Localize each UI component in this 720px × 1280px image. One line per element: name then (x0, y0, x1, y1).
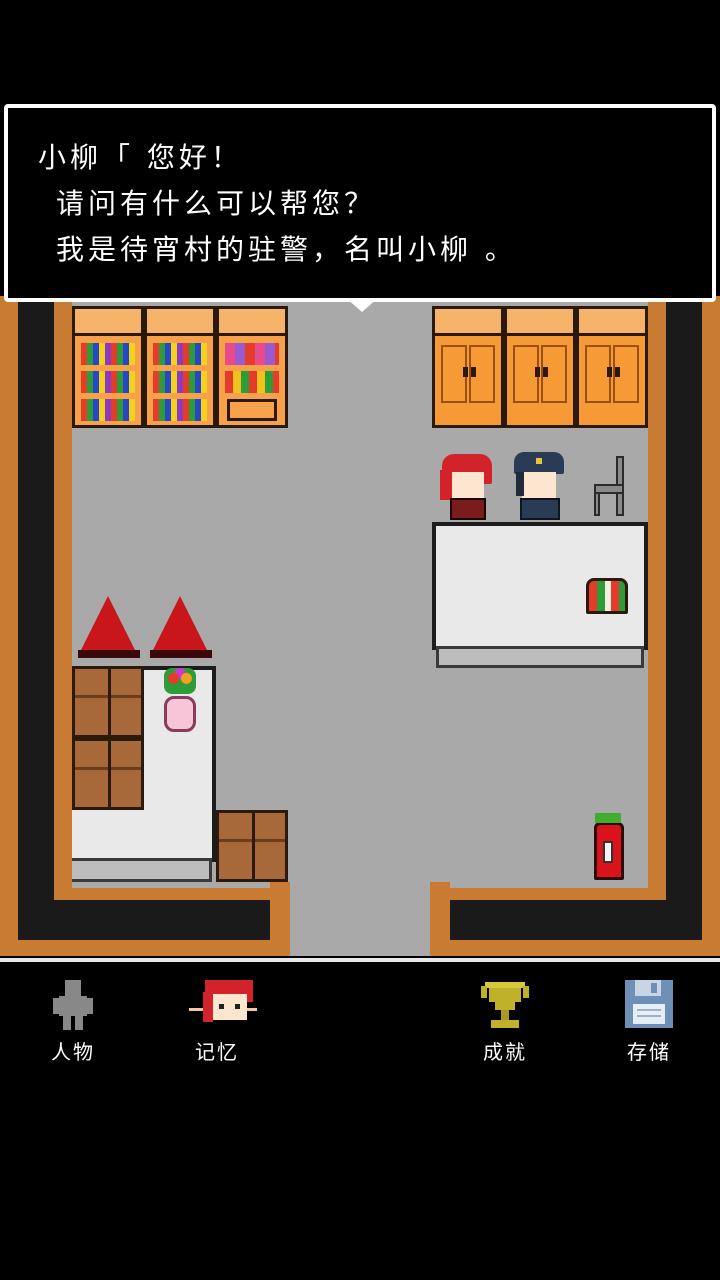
bottom-right-trim (430, 882, 450, 956)
wooden-chair (594, 456, 628, 518)
player-character-red-hair[interactable] (438, 450, 498, 520)
menu-divider (0, 958, 720, 962)
person-icon (53, 980, 93, 1030)
dialog-line-3: 我是待宵村的驻警，名叫小柳 。 (56, 233, 517, 266)
bookshelf-1[interactable] (72, 306, 144, 428)
reception-counter-base (436, 646, 644, 668)
menu-characters-button[interactable]: 人物 (18, 970, 128, 1070)
traffic-cone-1-base (78, 650, 140, 658)
bottom-left-wall (18, 900, 270, 936)
shelf-with-items[interactable] (216, 306, 288, 428)
traffic-cone-2 (152, 596, 208, 652)
menu-memory-label: 记忆 (195, 1040, 239, 1064)
dialog-line-1: 小柳「 您好！ (38, 141, 243, 174)
traffic-cone-2-base (150, 650, 212, 658)
menu-achievements-label: 成就 (483, 1040, 527, 1064)
wardrobe-2[interactable] (504, 306, 576, 428)
wardrobe-1[interactable] (432, 306, 504, 428)
wardrobe-3[interactable] (576, 306, 648, 428)
side-table-base (72, 858, 212, 882)
traffic-cone-1 (80, 596, 136, 652)
memory-portrait-icon (189, 980, 257, 1022)
dialog-continue-arrow-icon[interactable] (346, 298, 378, 312)
bookshelf-2[interactable] (144, 306, 216, 428)
save-floppy-icon (625, 980, 673, 1028)
trophy-icon (481, 982, 529, 1028)
menu-save-label: 存储 (627, 1040, 671, 1064)
bottom-right-wall (450, 900, 702, 936)
dialog-box[interactable]: 小柳「 您好！ 请问有什么可以帮您？ 我是待宵村的驻警，名叫小柳 。 (4, 104, 716, 312)
menu-achievements-button[interactable]: 成就 (450, 970, 560, 1070)
cardboard-box-1[interactable] (72, 666, 144, 738)
cardboard-box-3[interactable] (216, 810, 288, 882)
bottom-left-trim (270, 882, 290, 956)
menu-save-button[interactable]: 存储 (594, 970, 704, 1070)
menu-characters-label: 人物 (51, 1040, 95, 1064)
menu-memory-button[interactable]: 记忆 (162, 970, 272, 1070)
cardboard-box-2[interactable] (72, 738, 144, 810)
fire-extinguisher-icon[interactable] (594, 813, 624, 880)
npc-officer-xiaoliu[interactable] (510, 450, 570, 520)
book-on-counter-icon[interactable] (586, 578, 628, 614)
exit-corridor[interactable] (290, 880, 430, 956)
dialog-line-2: 请问有什么可以帮您？ (56, 187, 377, 220)
flower-vase-icon[interactable] (160, 668, 200, 734)
